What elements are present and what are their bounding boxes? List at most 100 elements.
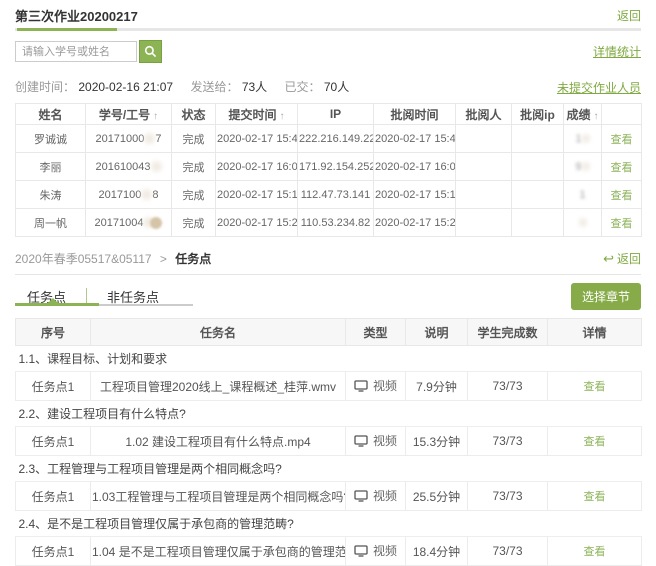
search-input[interactable]: [15, 41, 137, 62]
search-row: 详情统计: [15, 40, 641, 63]
col-header-name: 姓名: [16, 104, 86, 125]
col-header-duration: 说明: [406, 319, 468, 346]
cell-score: 9: [564, 153, 602, 181]
redaction-smudge: [582, 162, 590, 171]
unsubmitted-students-link[interactable]: 未提交作业人员: [557, 79, 641, 96]
cell-score: 1: [564, 125, 602, 153]
active-tab-indicator: [15, 303, 99, 306]
view-link[interactable]: 查看: [611, 218, 633, 230]
col-header-reviewer: 批阅人: [456, 104, 512, 125]
page: 第三次作业20200217 返回 详情统计 创建时间： 2020-02-16 2…: [0, 0, 656, 566]
cell-status: 完成: [172, 153, 216, 181]
cell-type: 视频: [346, 372, 406, 401]
cell-submit-time: 2020-02-17 16:01: [216, 153, 298, 181]
type-label: 视频: [373, 377, 397, 394]
cell-task-name: 1.03工程管理与工程项目管理是两个相同概念吗? .mp4: [91, 482, 346, 511]
table-row: 罗诚诚 201710007 完成 2020-02-17 15:42 222.21…: [16, 125, 642, 153]
view-link[interactable]: 查看: [611, 134, 633, 146]
search-button[interactable]: [139, 40, 162, 63]
section-title: 2.2、建设工程项目有什么特点?: [16, 401, 642, 427]
col-header-student-id[interactable]: 学号/工号↑: [86, 104, 172, 125]
table-row: 周一帆 20171004 完成 2020-02-17 15:23 110.53.…: [16, 209, 642, 237]
monitor-icon: [354, 380, 368, 392]
section-title: 1.1、课程目标、计划和要求: [16, 346, 642, 372]
cell-submit-time: 2020-02-17 15:42: [216, 125, 298, 153]
cell-review-ip: [512, 181, 564, 209]
cell-student-id: 20171004: [86, 209, 172, 237]
tab-underline: [15, 303, 193, 306]
task-row: 任务点1 1.02 建设工程项目有什么特点.mp4 视频 15.3分钟 73/7…: [16, 427, 642, 456]
select-chapter-button[interactable]: 选择章节: [571, 283, 641, 310]
cell-status: 完成: [172, 209, 216, 237]
col-header-detail: 详情: [548, 319, 642, 346]
cell-detail: 查看: [548, 537, 642, 566]
cell-action: 查看: [602, 209, 642, 237]
view-link[interactable]: 查看: [584, 436, 606, 448]
sort-asc-icon[interactable]: ↑: [280, 111, 285, 122]
view-link[interactable]: 查看: [611, 162, 633, 174]
col-header-submit-time[interactable]: 提交时间↑: [216, 104, 298, 125]
cell-task-name: 1.02 建设工程项目有什么特点.mp4: [91, 427, 346, 456]
cell-type: 视频: [346, 427, 406, 456]
redaction-smudge: [141, 189, 152, 200]
tasks-back-label: 返回: [617, 250, 641, 267]
cell-review-ip: [512, 153, 564, 181]
created-time-label: 创建时间：: [15, 80, 75, 94]
tasks-table: 序号 任务名 类型 说明 学生完成数 详情 1.1、课程目标、计划和要求 任务点…: [15, 318, 642, 566]
cell-ip: 112.47.73.141: [298, 181, 374, 209]
view-link[interactable]: 查看: [584, 546, 606, 558]
cell-task-name: 工程项目管理2020线上_课程概述_桂萍.wmv: [91, 372, 346, 401]
table-row: 李丽 201610043 完成 2020-02-17 16:01 171.92.…: [16, 153, 642, 181]
cell-type: 视频: [346, 482, 406, 511]
redaction-smudge: [579, 218, 587, 227]
col-header-action: [602, 104, 642, 125]
cell-completed: 73/73: [468, 427, 548, 456]
cell-completed: 73/73: [468, 537, 548, 566]
cell-review-time: 2020-02-17 15:18: [374, 181, 456, 209]
homework-header: 第三次作业20200217 返回: [15, 6, 641, 24]
type-label: 视频: [373, 432, 397, 449]
section-title: 2.3、工程管理与工程项目管理是两个相同概念吗?: [16, 456, 642, 482]
tabs: 任务点 ｜ 非任务点: [15, 283, 159, 307]
cell-ip: 171.92.154.252: [298, 153, 374, 181]
title-underline-accent: [17, 28, 117, 31]
cell-reviewer: [456, 209, 512, 237]
submitted-label: 已交：: [285, 80, 321, 94]
col-header-score[interactable]: 成绩↑: [564, 104, 602, 125]
col-header-type: 类型: [346, 319, 406, 346]
section-divider: [15, 274, 641, 275]
view-link[interactable]: 查看: [584, 381, 606, 393]
submitted-value: 70人: [324, 80, 349, 94]
sort-asc-icon[interactable]: ↑: [153, 111, 158, 122]
homework-back-link[interactable]: 返回: [617, 7, 641, 24]
cell-review-ip: [512, 209, 564, 237]
redaction-smudge: [151, 161, 162, 172]
col-header-ip: IP: [298, 104, 374, 125]
view-link[interactable]: 查看: [611, 190, 633, 202]
task-row: 任务点1 1.04 是不是工程项目管理仅属于承包商的管理范畴.mp4 视频 18…: [16, 537, 642, 566]
cell-type: 视频: [346, 537, 406, 566]
title-underline: [15, 28, 641, 31]
cell-detail: 查看: [548, 427, 642, 456]
active-tab-pointer-icon: [48, 298, 58, 303]
sent-to-value: 73人: [242, 80, 267, 94]
cell-seq: 任务点1: [16, 427, 91, 456]
details-stats-link[interactable]: 详情统计: [593, 43, 641, 60]
cell-submit-time: 2020-02-17 15:18: [216, 181, 298, 209]
cell-score: 1: [564, 181, 602, 209]
tasks-table-header-row: 序号 任务名 类型 说明 学生完成数 详情: [16, 319, 642, 346]
tasks-back-link[interactable]: ↩ 返回: [603, 250, 641, 267]
return-arrow-icon: ↩: [603, 252, 614, 265]
cell-status: 完成: [172, 125, 216, 153]
col-header-completed: 学生完成数: [468, 319, 548, 346]
breadcrumb-parent[interactable]: 2020年春季05517&05117: [15, 252, 152, 266]
cell-review-ip: [512, 125, 564, 153]
cell-seq: 任务点1: [16, 482, 91, 511]
task-row: 任务点1 1.03工程管理与工程项目管理是两个相同概念吗? .mp4 视频 25…: [16, 482, 642, 511]
cell-seq: 任务点1: [16, 537, 91, 566]
cell-student-id: 201710007: [86, 125, 172, 153]
sort-asc-icon[interactable]: ↑: [594, 111, 599, 122]
breadcrumb-separator: >: [160, 252, 167, 266]
view-link[interactable]: 查看: [584, 491, 606, 503]
section-row: 1.1、课程目标、计划和要求: [16, 346, 642, 372]
